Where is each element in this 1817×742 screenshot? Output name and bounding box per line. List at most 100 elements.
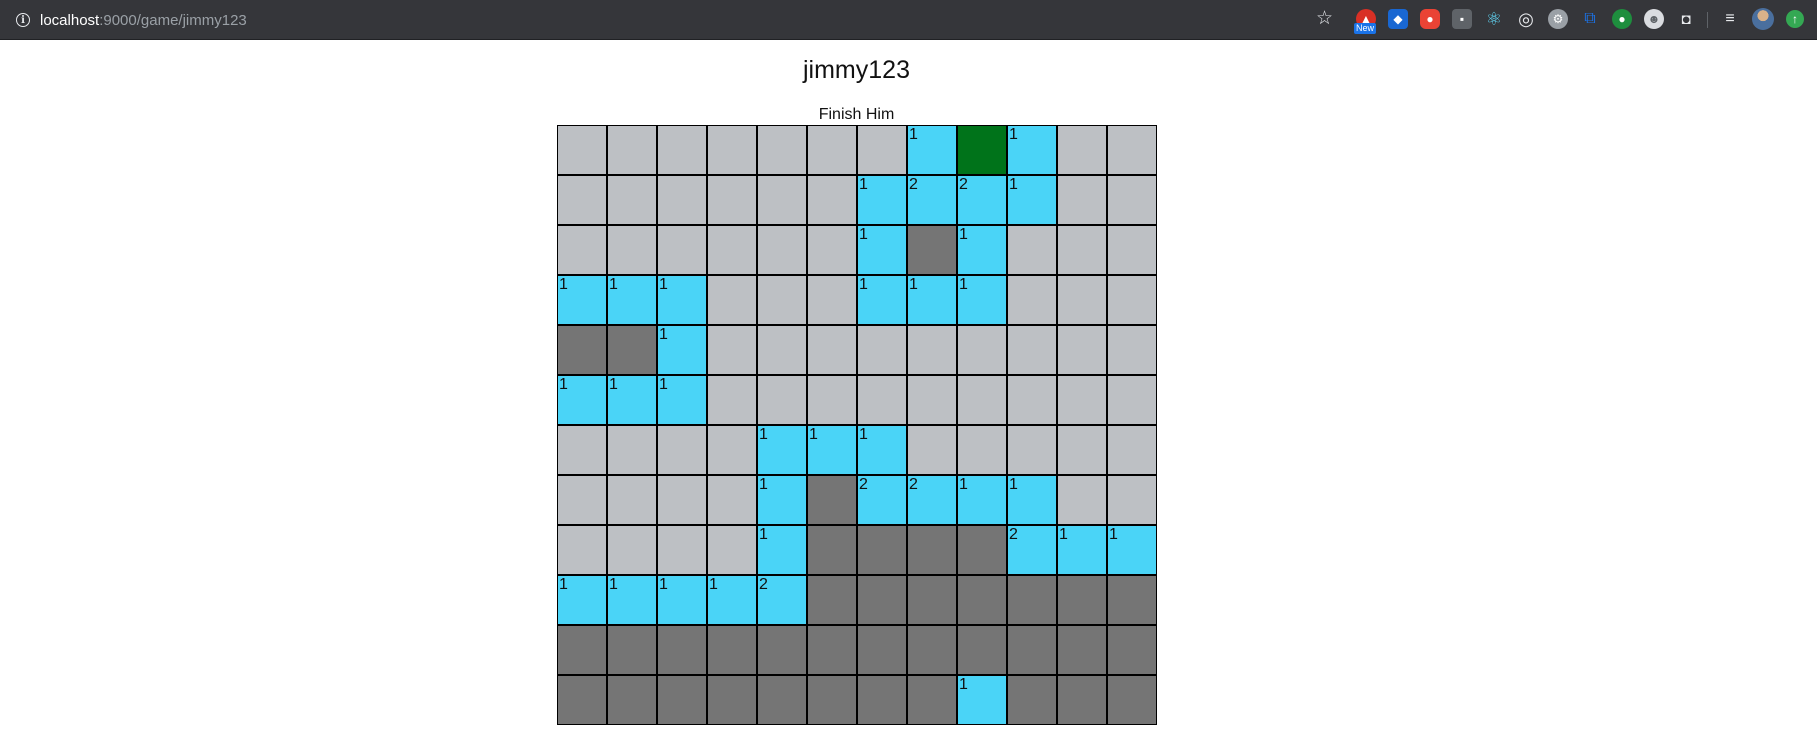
hidden-cell[interactable] [1007,275,1057,325]
extension-globe-icon[interactable]: ● [1612,9,1632,29]
hidden-cell[interactable] [957,375,1007,425]
hidden-cell[interactable] [807,275,857,325]
hidden-cell[interactable] [607,475,657,525]
revealed-empty-cell [907,575,957,625]
hidden-cell[interactable] [807,375,857,425]
revealed-empty-cell [1057,625,1107,675]
revealed-number-cell: 1 [657,275,707,325]
hidden-cell[interactable] [1057,275,1107,325]
extension-gear-icon[interactable]: ⚙ [1548,9,1568,29]
revealed-empty-cell [857,525,907,575]
hidden-cell[interactable] [707,375,757,425]
revealed-empty-cell [807,675,857,725]
hidden-cell[interactable] [1107,175,1157,225]
extension-pipe-icon[interactable]: ◆ [1388,9,1408,29]
revealed-empty-cell [557,675,607,725]
bookmark-star-icon[interactable]: ☆ [1316,7,1333,31]
hidden-cell[interactable] [657,125,707,175]
hidden-cell[interactable] [1107,425,1157,475]
minesweeper-board: 111221111111111111111122111211111121 [557,125,1157,725]
hidden-cell[interactable] [557,175,607,225]
hidden-cell[interactable] [757,275,807,325]
hidden-cell[interactable] [807,175,857,225]
hidden-cell[interactable] [557,475,607,525]
hidden-cell[interactable] [1107,325,1157,375]
game-status: Finish Him [818,106,895,123]
hidden-cell[interactable] [857,325,907,375]
hidden-cell[interactable] [907,375,957,425]
hidden-cell[interactable] [707,475,757,525]
hidden-cell[interactable] [757,375,807,425]
hidden-cell[interactable] [907,325,957,375]
hidden-cell[interactable] [757,175,807,225]
hidden-cell[interactable] [807,225,857,275]
hidden-cell[interactable] [757,325,807,375]
address-bar[interactable]: i localhost:9000/game/jimmy123 [4,6,1344,34]
hidden-cell[interactable] [1057,325,1107,375]
hidden-cell[interactable] [957,425,1007,475]
extension-face-icon[interactable]: ☻ [1644,9,1664,29]
hidden-cell[interactable] [1107,475,1157,525]
hidden-cell[interactable] [1007,325,1057,375]
hidden-cell[interactable] [1057,225,1107,275]
hidden-cell[interactable] [1057,125,1107,175]
hidden-cell[interactable] [707,275,757,325]
hidden-cell[interactable] [957,325,1007,375]
hidden-cell[interactable] [657,425,707,475]
hidden-cell[interactable] [707,325,757,375]
extension-record-icon[interactable]: ● [1420,9,1440,29]
hidden-cell[interactable] [1057,375,1107,425]
hidden-cell[interactable] [1057,425,1107,475]
extension-target-icon[interactable]: ◎ [1516,9,1536,29]
hidden-cell[interactable] [657,225,707,275]
react-devtools-icon[interactable]: ⚛ [1484,9,1504,29]
extension-translate-icon[interactable]: ⧉ [1580,9,1600,29]
hidden-cell[interactable] [707,225,757,275]
hidden-cell[interactable] [1007,375,1057,425]
hidden-cell[interactable] [557,225,607,275]
hidden-cell[interactable] [557,525,607,575]
hidden-cell[interactable] [807,125,857,175]
hidden-cell[interactable] [1107,125,1157,175]
hidden-cell[interactable] [757,125,807,175]
hidden-cell[interactable] [557,425,607,475]
hidden-cell[interactable] [657,175,707,225]
hidden-cell[interactable] [1007,225,1057,275]
hidden-cell[interactable] [907,425,957,475]
revealed-empty-cell [807,525,857,575]
hidden-cell[interactable] [707,425,757,475]
media-control-icon[interactable]: ≡ [1720,9,1740,29]
hidden-cell[interactable] [607,225,657,275]
update-arrow-icon[interactable]: ↑ [1786,10,1804,28]
hidden-cell[interactable] [1057,175,1107,225]
hidden-cell[interactable] [657,475,707,525]
hidden-cell[interactable] [707,525,757,575]
hidden-cell[interactable] [707,175,757,225]
revealed-number-cell: 2 [957,175,1007,225]
hidden-cell[interactable] [857,125,907,175]
url-text[interactable]: localhost:9000/game/jimmy123 [40,12,247,29]
flagged-cell[interactable] [957,125,1007,175]
revealed-empty-cell [657,675,707,725]
hidden-cell[interactable] [707,125,757,175]
hidden-cell[interactable] [607,175,657,225]
hidden-cell[interactable] [607,425,657,475]
hidden-cell[interactable] [557,125,607,175]
hidden-cell[interactable] [807,325,857,375]
hidden-cell[interactable] [657,525,707,575]
extension-bulb-icon[interactable]: ◘ [1676,9,1696,29]
hidden-cell[interactable] [1057,475,1107,525]
profile-avatar[interactable] [1752,8,1774,30]
revealed-empty-cell [607,625,657,675]
hidden-cell[interactable] [607,125,657,175]
hidden-cell[interactable] [607,525,657,575]
revealed-number-cell: 1 [557,575,607,625]
extension-chat-icon[interactable]: ▪ [1452,9,1472,29]
hidden-cell[interactable] [1007,425,1057,475]
hidden-cell[interactable] [1107,225,1157,275]
hidden-cell[interactable] [857,375,907,425]
hidden-cell[interactable] [1107,375,1157,425]
hidden-cell[interactable] [757,225,807,275]
info-icon[interactable]: i [16,13,30,27]
hidden-cell[interactable] [1107,275,1157,325]
